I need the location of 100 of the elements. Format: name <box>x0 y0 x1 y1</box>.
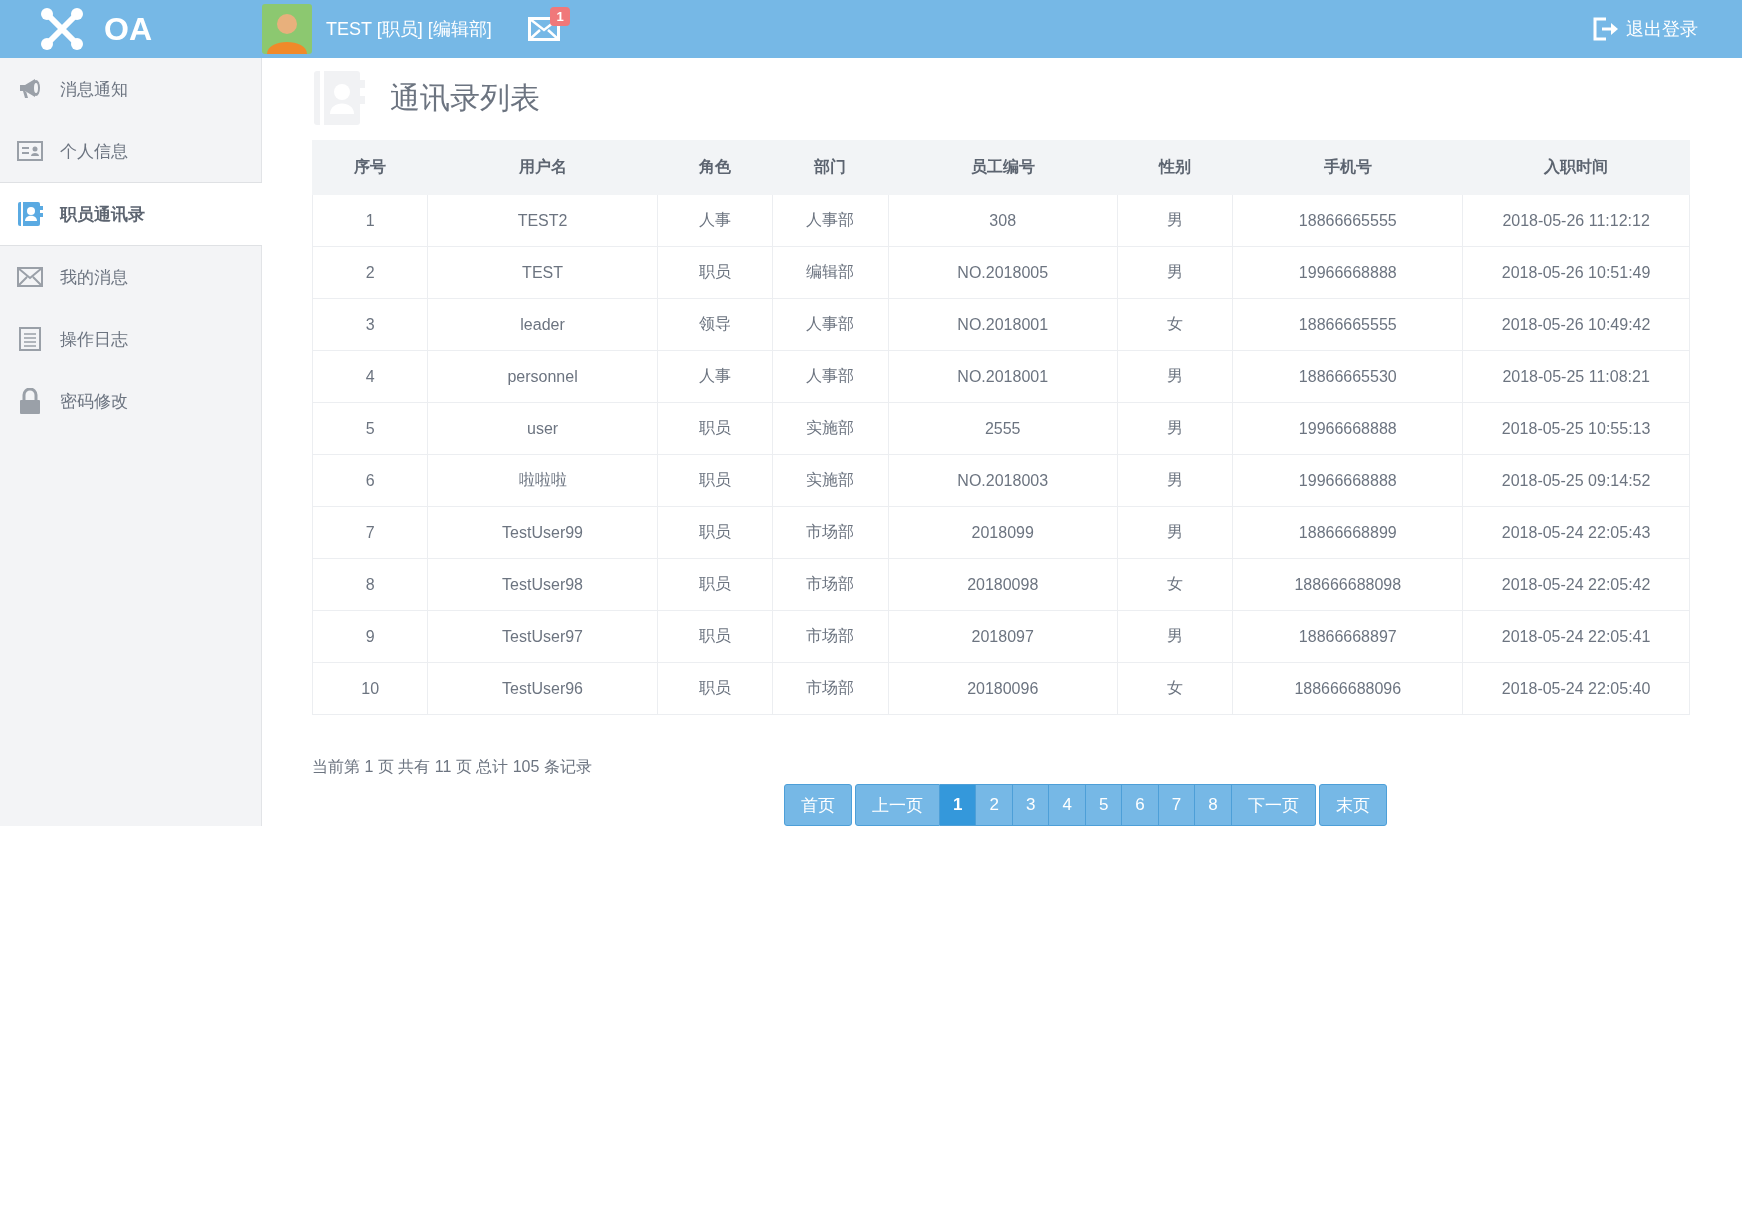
table-cell: 市场部 <box>772 662 888 715</box>
column-header: 部门 <box>772 140 888 195</box>
page-button[interactable]: 首页 <box>784 784 852 826</box>
table-cell: 人事 <box>657 194 773 247</box>
table-cell: 市场部 <box>772 558 888 611</box>
page-title: 通讯录列表 <box>390 79 540 116</box>
table-cell: 职员 <box>657 454 773 507</box>
table-cell: 职员 <box>657 558 773 611</box>
table-cell: 2018-05-24 22:05:41 <box>1462 610 1690 663</box>
table-cell: NO.2018001 <box>888 350 1118 403</box>
table-cell: 5 <box>312 402 428 455</box>
page-button[interactable]: 6 <box>1122 784 1159 826</box>
table-cell: user <box>428 402 658 455</box>
table-cell: 19966668888 <box>1232 246 1463 299</box>
table-cell: 人事部 <box>772 194 888 247</box>
table-cell: 男 <box>1117 246 1233 299</box>
table-cell: 18866668897 <box>1232 610 1463 663</box>
table-cell: TestUser97 <box>428 610 658 663</box>
page-button[interactable]: 5 <box>1085 784 1123 826</box>
logo-icon <box>40 7 84 51</box>
pagination-summary: 当前第 1 页 共有 11 页 总计 105 条记录 <box>312 757 593 777</box>
logout-link[interactable]: 退出登录 <box>1592 15 1698 43</box>
table-cell: 女 <box>1117 558 1233 611</box>
table-cell: 男 <box>1117 350 1233 403</box>
table-cell: 男 <box>1117 506 1233 559</box>
table-cell: 10 <box>312 662 428 715</box>
page-button[interactable]: 1 <box>940 784 977 826</box>
sidebar-item[interactable]: 个人信息 <box>0 120 261 182</box>
logout-icon <box>1592 15 1620 43</box>
table-cell: 2018099 <box>888 506 1118 559</box>
table-cell: 3 <box>312 298 428 351</box>
table-cell: 308 <box>888 194 1118 247</box>
table-cell: 2018-05-25 09:14:52 <box>1462 454 1690 507</box>
table-cell: 2018-05-26 10:49:42 <box>1462 298 1690 351</box>
sidebar-item[interactable]: 操作日志 <box>0 308 261 370</box>
table-cell: TestUser99 <box>428 506 658 559</box>
table-cell: 2018-05-26 10:51:49 <box>1462 246 1690 299</box>
page-button[interactable]: 3 <box>1012 784 1050 826</box>
column-header: 入职时间 <box>1462 140 1690 195</box>
table-cell: 男 <box>1117 454 1233 507</box>
page-button[interactable]: 上一页 <box>855 784 940 826</box>
table-cell: 18866665530 <box>1232 350 1463 403</box>
table-cell: 7 <box>312 506 428 559</box>
document-icon <box>16 327 44 351</box>
page-button[interactable]: 下一页 <box>1231 784 1316 826</box>
user-info: TEST [职员] [编辑部] <box>326 18 492 41</box>
table-cell: 男 <box>1117 610 1233 663</box>
page-button[interactable]: 2 <box>976 784 1013 826</box>
table-cell: 9 <box>312 610 428 663</box>
app-logo: OA <box>104 10 153 48</box>
table-cell: 2018-05-25 10:55:13 <box>1462 402 1690 455</box>
table-cell: 188666688098 <box>1232 558 1463 611</box>
table-cell: 市场部 <box>772 506 888 559</box>
page-button[interactable]: 7 <box>1158 784 1196 826</box>
table-cell: 2555 <box>888 402 1118 455</box>
page-button[interactable]: 8 <box>1195 784 1232 826</box>
table-cell: 领导 <box>657 298 773 351</box>
table-cell: 2018-05-24 22:05:42 <box>1462 558 1690 611</box>
column-header: 用户名 <box>428 140 658 195</box>
table-cell: 人事部 <box>772 298 888 351</box>
table-cell: NO.2018001 <box>888 298 1118 351</box>
table-cell: 职员 <box>657 506 773 559</box>
id-card-icon <box>16 141 44 161</box>
page-button[interactable]: 4 <box>1049 784 1086 826</box>
sidebar-item[interactable]: 我的消息 <box>0 246 261 308</box>
table-cell: 女 <box>1117 662 1233 715</box>
table-cell: personnel <box>428 350 658 403</box>
table-cell: 4 <box>312 350 428 403</box>
sidebar-item[interactable]: 消息通知 <box>0 58 261 120</box>
table-cell: TEST2 <box>428 194 658 247</box>
column-header: 性别 <box>1117 140 1233 195</box>
table-cell: TestUser98 <box>428 558 658 611</box>
page-button[interactable]: 末页 <box>1318 784 1387 826</box>
table-cell: 2018-05-24 22:05:40 <box>1462 662 1690 715</box>
table-cell: 实施部 <box>772 402 888 455</box>
table-cell: 人事部 <box>772 350 888 403</box>
table-cell: 8 <box>312 558 428 611</box>
table-cell: TEST <box>428 246 658 299</box>
table-cell: 编辑部 <box>772 246 888 299</box>
table-cell: 2018097 <box>888 610 1118 663</box>
sidebar-item[interactable]: 职员通讯录 <box>0 182 262 246</box>
table-cell: 实施部 <box>772 454 888 507</box>
contact-book-icon <box>16 201 44 227</box>
sidebar-item[interactable]: 密码修改 <box>0 370 261 432</box>
table-cell: 20180096 <box>888 662 1118 715</box>
table-cell: 1 <box>312 194 428 247</box>
table-cell: 6 <box>312 454 428 507</box>
table-cell: 2 <box>312 246 428 299</box>
table-cell: NO.2018005 <box>888 246 1118 299</box>
table-cell: 男 <box>1117 402 1233 455</box>
table-cell: 职员 <box>657 246 773 299</box>
column-header: 角色 <box>657 140 773 195</box>
notification-badge: 1 <box>550 7 570 26</box>
table-cell: 18866668899 <box>1232 506 1463 559</box>
table-cell: 19966668888 <box>1232 454 1463 507</box>
table-cell: 19966668888 <box>1232 402 1463 455</box>
table-cell: 啦啦啦 <box>428 454 658 507</box>
table-cell: 人事 <box>657 350 773 403</box>
table-cell: 2018-05-24 22:05:43 <box>1462 506 1690 559</box>
table-cell: 市场部 <box>772 610 888 663</box>
